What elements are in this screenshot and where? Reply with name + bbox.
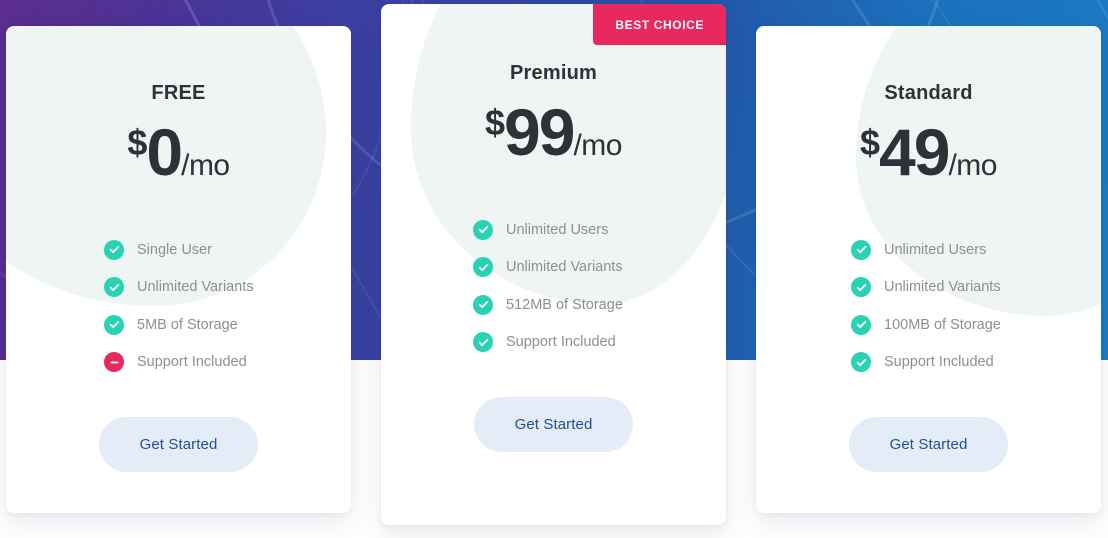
list-item: Unlimited Variants	[104, 269, 351, 307]
price-period: /mo	[573, 129, 622, 162]
list-item: Unlimited Variants	[473, 249, 726, 287]
check-icon	[851, 352, 871, 373]
feature-label: Unlimited Variants	[137, 279, 254, 296]
price-period: /mo	[181, 149, 230, 182]
feature-list: Unlimited Users Unlimited Variants 100MB…	[756, 231, 1101, 381]
feature-list: Unlimited Users Unlimited Variants 512MB…	[381, 211, 726, 361]
price-currency-symbol: $	[485, 102, 505, 143]
feature-list: Single User Unlimited Variants 5MB of St…	[6, 231, 351, 381]
feature-label: Support Included	[137, 354, 247, 371]
pricing-card-premium[interactable]: BEST CHOICE Premium $ 99 /mo Unlimited U…	[381, 4, 726, 525]
list-item: 100MB of Storage	[851, 306, 1101, 344]
pricing-card-standard[interactable]: Standard $ 49 /mo Unlimited Users Unlimi…	[756, 26, 1101, 513]
feature-label: Unlimited Users	[884, 241, 987, 258]
check-icon	[473, 332, 493, 353]
minus-icon	[104, 352, 124, 373]
get-started-button[interactable]: Get Started	[849, 417, 1008, 472]
plan-name: Premium	[510, 62, 597, 84]
check-icon	[851, 314, 871, 335]
check-icon	[104, 314, 124, 335]
check-icon	[851, 277, 871, 298]
feature-label: Support Included	[506, 334, 616, 351]
price-currency-symbol: $	[860, 122, 880, 163]
list-item: Support Included	[104, 344, 351, 382]
plan-price: $ 0 /mo	[127, 115, 230, 189]
list-item: Single User	[104, 231, 351, 269]
feature-label: 5MB of Storage	[137, 316, 238, 333]
check-icon	[473, 294, 493, 315]
check-icon	[851, 239, 871, 260]
list-item: 512MB of Storage	[473, 286, 726, 324]
feature-label: Unlimited Users	[506, 221, 609, 238]
price-amount: 99	[504, 95, 575, 169]
pricing-card-free[interactable]: FREE $ 0 /mo Single User Unlimited Varia…	[6, 26, 351, 513]
feature-label: 100MB of Storage	[884, 316, 1001, 333]
plan-price: $ 99 /mo	[485, 99, 622, 165]
price-amount: 49	[879, 115, 950, 189]
list-item: Support Included	[473, 324, 726, 362]
feature-label: Unlimited Variants	[884, 279, 1001, 296]
list-item: Unlimited Users	[851, 231, 1101, 269]
feature-label: 512MB of Storage	[506, 296, 623, 313]
price-amount: 0	[146, 115, 183, 189]
get-started-button[interactable]: Get Started	[474, 397, 633, 452]
feature-label: Support Included	[884, 354, 994, 371]
check-icon	[104, 239, 124, 260]
list-item: Support Included	[851, 344, 1101, 382]
status-badge: BEST CHOICE	[593, 4, 726, 45]
check-icon	[473, 219, 493, 240]
plan-name: FREE	[151, 82, 206, 104]
check-icon	[473, 257, 493, 278]
price-period: /mo	[948, 149, 997, 182]
plan-price: $ 49 /mo	[860, 119, 997, 185]
plan-name: Standard	[884, 82, 973, 104]
price-currency-symbol: $	[127, 122, 147, 163]
feature-label: Unlimited Variants	[506, 259, 623, 276]
feature-label: Single User	[137, 241, 212, 258]
list-item: Unlimited Users	[473, 211, 726, 249]
list-item: Unlimited Variants	[851, 269, 1101, 307]
get-started-button[interactable]: Get Started	[99, 417, 258, 472]
check-icon	[104, 277, 124, 298]
list-item: 5MB of Storage	[104, 306, 351, 344]
